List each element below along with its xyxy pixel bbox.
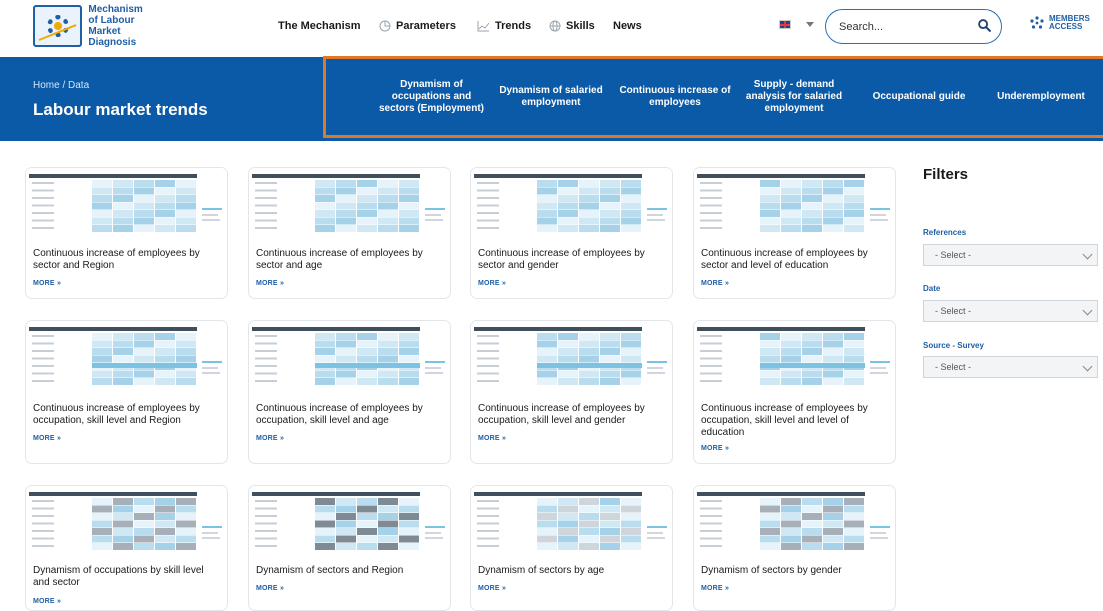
filter-label-date: Date <box>923 284 941 293</box>
logo-emblem-icon <box>33 5 83 47</box>
data-card[interactable]: Continuous increase of employees by occu… <box>470 320 673 464</box>
more-link[interactable]: MORE » <box>33 280 61 287</box>
more-link[interactable]: MORE » <box>33 598 61 605</box>
globe-icon <box>549 20 561 32</box>
subnav-dynamism-salaried[interactable]: Dynamism of salaried employment <box>491 59 611 135</box>
data-card[interactable]: Continuous increase of employees by occu… <box>25 320 228 464</box>
card-title[interactable]: Dynamism of sectors by age <box>478 565 668 577</box>
card-title[interactable]: Dynamism of occupations by skill level a… <box>33 565 223 589</box>
data-card[interactable]: Dynamism of occupations by skill level a… <box>25 485 228 611</box>
more-link[interactable]: MORE » <box>701 280 729 287</box>
nav-skills[interactable]: Skills <box>549 16 595 36</box>
more-link[interactable]: MORE » <box>256 280 284 287</box>
data-card[interactable]: Continuous increase of employees by sect… <box>248 167 451 299</box>
search-box <box>825 9 1002 44</box>
card-thumbnail <box>694 321 895 391</box>
nav-trends[interactable]: Trends <box>477 16 531 36</box>
trends-subnav: Dynamism of occupations and sectors (Emp… <box>323 56 1103 138</box>
card-title[interactable]: Continuous increase of employees by sect… <box>33 248 223 272</box>
card-thumbnail <box>26 486 227 556</box>
data-card[interactable]: Dynamism of sectors by age MORE » <box>470 485 673 611</box>
data-card[interactable]: Continuous increase of employees by sect… <box>470 167 673 299</box>
subnav-dynamism-occupations[interactable]: Dynamism of occupations and sectors (Emp… <box>374 59 489 135</box>
card-thumbnail <box>249 486 450 556</box>
card-thumbnail <box>471 486 672 556</box>
nav-news[interactable]: News <box>613 16 642 36</box>
data-card[interactable]: Continuous increase of employees by sect… <box>25 167 228 299</box>
top-header: Mechanism of Labour Market Diagnosis The… <box>0 0 1103 57</box>
more-link[interactable]: MORE » <box>256 435 284 442</box>
search-icon[interactable] <box>978 19 991 32</box>
more-link[interactable]: MORE » <box>478 585 506 592</box>
uk-flag-icon[interactable] <box>779 20 791 29</box>
data-card[interactable]: Continuous increase of employees by occu… <box>248 320 451 464</box>
card-thumbnail <box>694 486 895 556</box>
search-input[interactable] <box>839 20 969 33</box>
nav-parameters[interactable]: Parameters <box>379 16 456 36</box>
references-select[interactable]: - Select - <box>923 244 1098 266</box>
filter-label-references: References <box>923 228 967 237</box>
card-thumbnail <box>249 321 450 391</box>
card-title[interactable]: Continuous increase of employees by occu… <box>33 403 223 427</box>
chevron-down-icon <box>1082 305 1093 316</box>
filters-title: Filters <box>923 166 969 183</box>
card-title[interactable]: Continuous increase of employees by sect… <box>256 248 446 272</box>
chevron-down-icon <box>1082 361 1093 372</box>
more-link[interactable]: MORE » <box>478 435 506 442</box>
more-link[interactable]: MORE » <box>33 435 61 442</box>
logo-text: Mechanism of Labour Market Diagnosis <box>88 4 143 48</box>
data-card[interactable]: Dynamism of sectors and Region MORE » <box>248 485 451 611</box>
line-chart-icon <box>477 21 490 32</box>
card-title[interactable]: Continuous increase of employees by sect… <box>478 248 668 272</box>
card-title[interactable]: Dynamism of sectors by gender <box>701 565 891 577</box>
data-card[interactable]: Dynamism of sectors by gender MORE » <box>693 485 896 611</box>
card-thumbnail <box>26 168 227 238</box>
filter-label-source-survey: Source - Survey <box>923 341 984 350</box>
nav-the-mechanism[interactable]: The Mechanism <box>278 16 361 36</box>
members-access-link[interactable]: MEMBERS ACCESS <box>1029 15 1090 31</box>
card-thumbnail <box>471 168 672 238</box>
card-title[interactable]: Continuous increase of employees by sect… <box>701 248 891 272</box>
members-icon <box>1030 16 1044 29</box>
more-link[interactable]: MORE » <box>478 280 506 287</box>
data-card[interactable]: Continuous increase of employees by occu… <box>693 320 896 464</box>
more-link[interactable]: MORE » <box>256 585 284 592</box>
breadcrumb[interactable]: Home / Data <box>33 80 89 91</box>
card-thumbnail <box>471 321 672 391</box>
data-card[interactable]: Continuous increase of employees by sect… <box>693 167 896 299</box>
card-thumbnail <box>26 321 227 391</box>
card-title[interactable]: Continuous increase of employees by occu… <box>478 403 668 427</box>
subnav-occupational-guide[interactable]: Occupational guide <box>859 59 979 135</box>
subnav-continuous-increase[interactable]: Continuous increase of employees <box>615 59 735 135</box>
card-title[interactable]: Continuous increase of employees by occu… <box>701 403 891 439</box>
card-thumbnail <box>249 168 450 238</box>
source-survey-select[interactable]: - Select - <box>923 356 1098 378</box>
card-title[interactable]: Continuous increase of employees by occu… <box>256 403 446 427</box>
date-select[interactable]: - Select - <box>923 300 1098 322</box>
page-title: Labour market trends <box>33 100 208 119</box>
more-link[interactable]: MORE » <box>701 585 729 592</box>
pie-chart-icon <box>379 20 391 32</box>
card-thumbnail <box>694 168 895 238</box>
subnav-supply-demand[interactable]: Supply - demand analysis for salaried em… <box>739 59 849 135</box>
chevron-down-icon <box>1082 249 1093 260</box>
more-link[interactable]: MORE » <box>701 445 729 452</box>
chevron-down-icon[interactable] <box>806 22 814 27</box>
subnav-underemployment[interactable]: Underemployment <box>986 59 1096 135</box>
card-title[interactable]: Dynamism of sectors and Region <box>256 565 446 577</box>
site-logo[interactable]: Mechanism of Labour Market Diagnosis <box>33 4 170 48</box>
